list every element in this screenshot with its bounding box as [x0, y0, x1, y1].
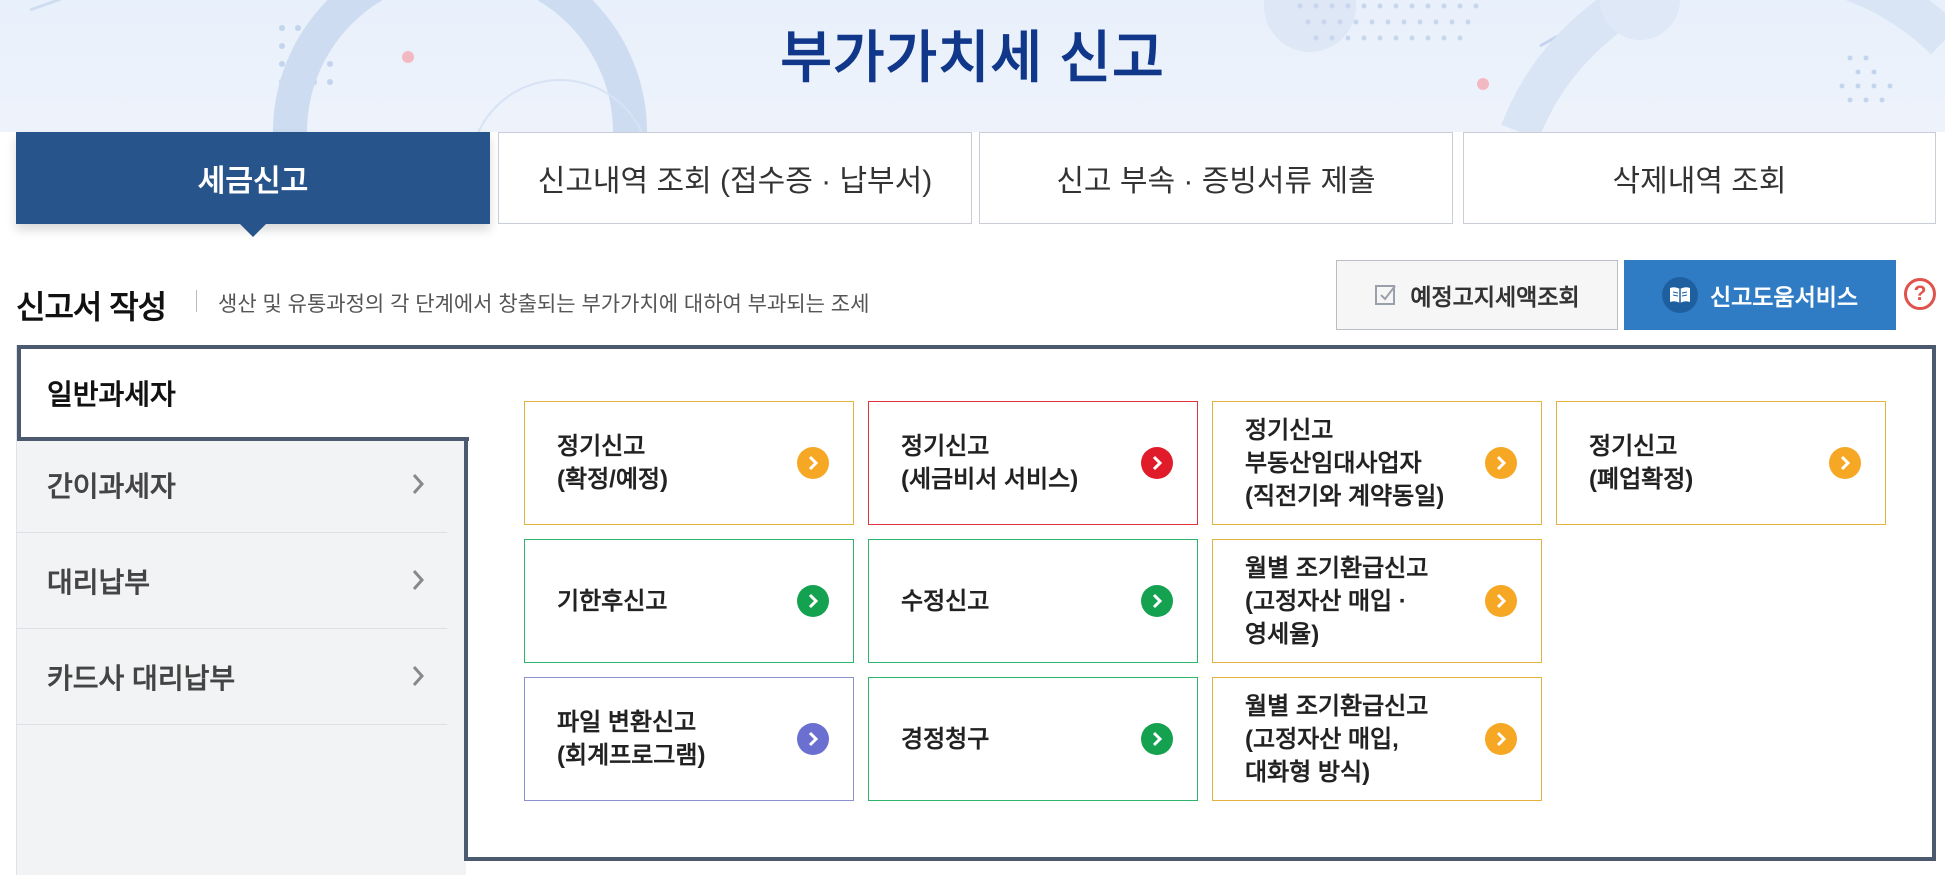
- card-monthly-early-refund-zero-rate[interactable]: 월별 조기환급신고 (고정자산 매입 · 영세율): [1212, 539, 1542, 663]
- card-label: 수정신고: [901, 587, 990, 615]
- card-label: 월별 조기환급신고 (고정자산 매입 · 영세율): [1245, 554, 1429, 648]
- card-amended-filing[interactable]: 수정신고: [868, 539, 1198, 663]
- page-title: 부가가치세 신고: [780, 26, 1165, 89]
- main-tabs: 세금신고 신고내역 조회 (접수증 · 납부서) 신고 부속 · 증빙서류 제출…: [16, 132, 1936, 237]
- chevron-right-icon: [1141, 723, 1173, 755]
- section-description: 생산 및 유통과정의 각 단계에서 창출되는 부가가치에 대하여 부과되는 조세: [218, 293, 870, 316]
- filing-panel: 일반과세자 간이과세자 대리납부 카드사 대리납부 정기신고 (확정/예정) 정…: [16, 345, 1936, 875]
- sidebar-item-label: 간이과세자: [47, 470, 176, 502]
- tab-tax-filing[interactable]: 세금신고: [16, 132, 490, 237]
- chevron-right-icon: [412, 666, 425, 686]
- card-file-conversion-filing[interactable]: 파일 변환신고 (회계프로그램): [524, 677, 854, 801]
- card-regular-filing-closure[interactable]: 정기신고 (폐업확정): [1556, 401, 1886, 525]
- chevron-right-icon: [1485, 723, 1517, 755]
- card-label: 월별 조기환급신고 (고정자산 매입, 대화형 방식): [1245, 692, 1429, 786]
- checkbox-icon: [1375, 285, 1397, 305]
- sidebar-item-label: 일반과세자: [47, 379, 176, 410]
- card-label: 정기신고 부동산임대사업자 (직전기와 계약동일): [1245, 416, 1445, 510]
- estimate-tax-inquiry-button[interactable]: 예정고지세액조회: [1336, 260, 1618, 330]
- book-icon: [1661, 277, 1698, 313]
- card-label: 정기신고 (폐업확정): [1589, 433, 1694, 493]
- card-label: 정기신고 (세금비서 서비스): [901, 433, 1079, 493]
- card-label: 정기신고 (확정/예정): [557, 433, 668, 493]
- chevron-right-icon: [412, 570, 425, 590]
- sidebar-item-general-taxpayer[interactable]: 일반과세자: [17, 345, 469, 441]
- page-header-banner: 부가가치세 신고: [0, 0, 1945, 132]
- chevron-right-icon: [797, 585, 829, 617]
- chevron-right-icon: [797, 723, 829, 755]
- section-divider: [196, 290, 197, 312]
- card-label: 파일 변환신고 (회계프로그램): [557, 709, 706, 769]
- card-monthly-early-refund-interactive[interactable]: 월별 조기환급신고 (고정자산 매입, 대화형 방식): [1212, 677, 1542, 801]
- chevron-right-icon: [1485, 585, 1517, 617]
- tab-attachment-submission[interactable]: 신고 부속 · 증빙서류 제출: [979, 132, 1453, 224]
- taxpayer-type-sidebar: 일반과세자 간이과세자 대리납부 카드사 대리납부: [16, 345, 469, 875]
- chevron-right-icon: [1829, 447, 1861, 479]
- tab-filing-history[interactable]: 신고내역 조회 (접수증 · 납부서): [498, 132, 972, 224]
- estimate-tax-inquiry-label: 예정고지세액조회: [1410, 284, 1580, 310]
- chevron-right-icon: [1141, 447, 1173, 479]
- chevron-right-icon: [412, 474, 425, 494]
- section-header: 신고서 작성 생산 및 유통과정의 각 단계에서 창출되는 부가가치에 대하여 …: [16, 258, 1936, 332]
- section-title: 신고서 작성: [16, 289, 167, 325]
- sidebar-item-label: 대리납부: [47, 566, 151, 598]
- sidebar-item-card-proxy-payment[interactable]: 카드사 대리납부: [17, 629, 447, 725]
- filing-options-panel: 정기신고 (확정/예정) 정기신고 (세금비서 서비스) 정기신고 부동산임대사…: [464, 345, 1936, 861]
- sidebar-item-label: 카드사 대리납부: [47, 662, 236, 694]
- card-regular-filing-tax-secretary[interactable]: 정기신고 (세금비서 서비스): [868, 401, 1198, 525]
- card-late-filing[interactable]: 기한후신고: [524, 539, 854, 663]
- question-icon[interactable]: ?: [1904, 278, 1936, 310]
- card-correction-claim[interactable]: 경정청구: [868, 677, 1198, 801]
- card-label: 경정청구: [901, 725, 990, 753]
- chevron-right-icon: [1485, 447, 1517, 479]
- chevron-right-icon: [1141, 585, 1173, 617]
- card-regular-filing[interactable]: 정기신고 (확정/예정): [524, 401, 854, 525]
- card-regular-filing-real-estate-lease[interactable]: 정기신고 부동산임대사업자 (직전기와 계약동일): [1212, 401, 1542, 525]
- sidebar-item-proxy-payment[interactable]: 대리납부: [17, 533, 447, 629]
- filing-help-service-label: 신고도움서비스: [1709, 284, 1859, 310]
- card-label: 기한후신고: [557, 587, 668, 615]
- tab-deleted-history[interactable]: 삭제내역 조회: [1463, 132, 1936, 224]
- chevron-right-icon: [797, 447, 829, 479]
- filing-help-service-button[interactable]: 신고도움서비스: [1624, 260, 1896, 330]
- sidebar-item-simplified-taxpayer[interactable]: 간이과세자: [17, 437, 447, 533]
